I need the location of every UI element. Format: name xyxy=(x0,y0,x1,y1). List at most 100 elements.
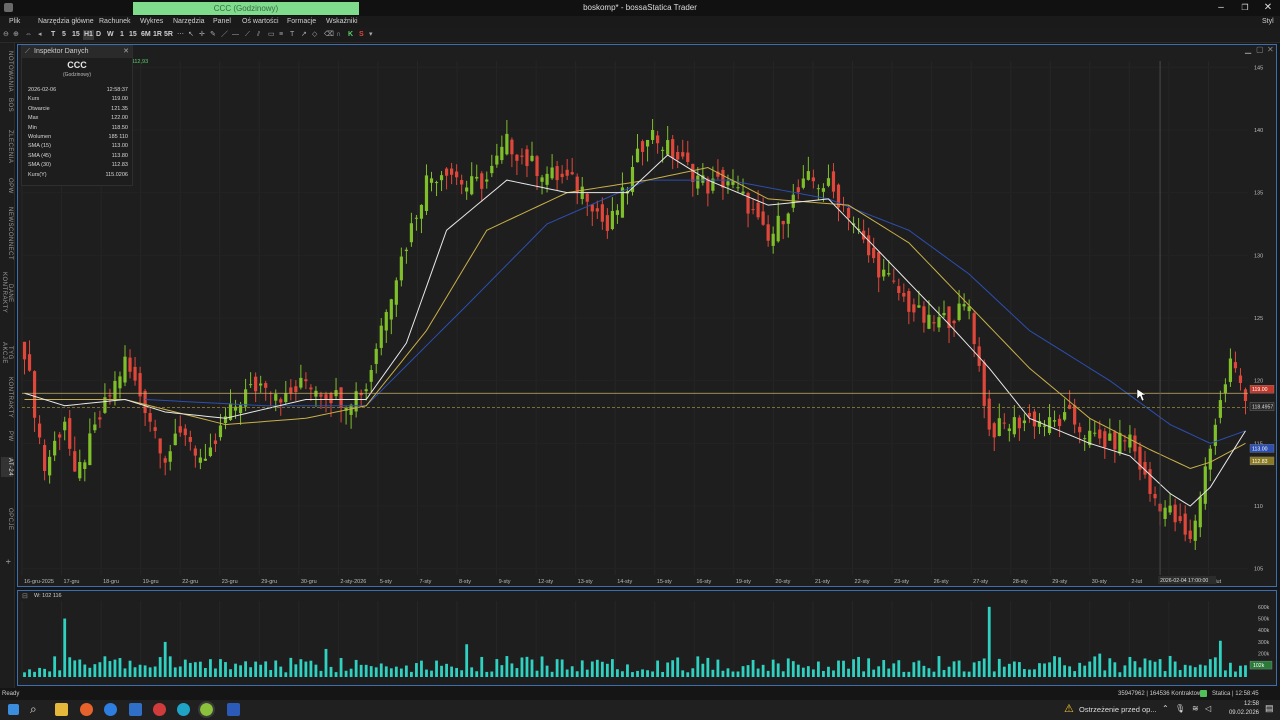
volume-panel[interactable]: 600k500k400k300k200k100k102k xyxy=(17,590,1277,686)
x-tick-label: 5-sty xyxy=(380,579,392,585)
fit-icon[interactable]: ⇔ xyxy=(25,30,32,40)
tab-opw[interactable]: OPW xyxy=(1,177,13,195)
file-explorer-icon[interactable] xyxy=(55,703,68,716)
volume-settings-icon[interactable]: ⊟ xyxy=(22,592,28,600)
close-icon[interactable]: ✕ xyxy=(1257,0,1279,16)
wifi-icon[interactable]: ≋ xyxy=(1192,704,1199,713)
app-icon xyxy=(4,3,13,12)
inspector-close-icon[interactable]: ✕ xyxy=(123,46,129,58)
tab-weekly[interactable]: TYG AKCJE xyxy=(1,335,13,371)
interval-t[interactable]: T xyxy=(51,30,55,40)
volume-bar xyxy=(138,664,142,677)
notification-text[interactable]: Ostrzeżenie przed op... xyxy=(1079,705,1157,714)
menu-chart[interactable]: Wykres xyxy=(140,17,163,27)
add-tab-icon[interactable]: + xyxy=(1,557,13,567)
volume-bar xyxy=(113,659,117,677)
menu-file[interactable]: Plik xyxy=(9,17,20,27)
inspector-row-value: 113.00 xyxy=(111,143,128,150)
candle-body xyxy=(208,447,213,457)
candle-body xyxy=(942,312,946,316)
menu-tools[interactable]: Narzędzia xyxy=(173,17,205,27)
line-icon[interactable]: ／ xyxy=(221,30,228,40)
dropdown-icon[interactable]: ▾ xyxy=(369,30,373,40)
menu-home-tools[interactable]: Narzędzia główne xyxy=(38,17,94,27)
zoom-out-icon[interactable]: ⊖ xyxy=(3,30,9,40)
price-chart-panel[interactable]: 16-gru-2025 17-gru 18-gru 19-gru 22-gru 23-gr… xyxy=(17,44,1277,587)
panel-minimize-icon[interactable]: ▁ xyxy=(1245,45,1251,54)
windows-start-icon[interactable] xyxy=(8,704,19,715)
edge-icon[interactable] xyxy=(177,703,190,716)
tab-pw[interactable]: PW xyxy=(1,429,13,443)
search-icon[interactable]: ⌕ xyxy=(30,702,37,717)
sell-button[interactable]: S xyxy=(359,30,364,40)
tab-bos[interactable]: BOS xyxy=(1,97,13,113)
cursor-icon[interactable]: ↖ xyxy=(188,30,194,40)
style-menu[interactable]: Styl xyxy=(1262,17,1274,27)
panel-maximize-icon[interactable]: ▢ xyxy=(1256,45,1264,54)
volume-icon[interactable]: ◁ xyxy=(1205,704,1211,713)
arrow-left-icon[interactable]: ◂ xyxy=(38,30,42,40)
interval-w[interactable]: W xyxy=(107,30,114,40)
volume-bar xyxy=(932,671,936,677)
interval-15[interactable]: 15 xyxy=(72,30,80,40)
mic-icon[interactable]: 🎙 xyxy=(1175,704,1185,713)
interval-5[interactable]: 5 xyxy=(62,30,66,40)
x-tick-label: 29-gru xyxy=(261,579,277,585)
interval-d[interactable]: D xyxy=(96,30,101,40)
interval-h1[interactable]: H1 xyxy=(83,30,94,40)
panel-close-icon[interactable]: ✕ xyxy=(1267,45,1274,54)
menu-patterns[interactable]: Formacje xyxy=(287,17,316,27)
trend-line-icon[interactable]: ⟋ xyxy=(245,30,250,40)
volume-chart-svg[interactable]: 600k500k400k300k200k100k102k xyxy=(18,591,1276,685)
interval-1[interactable]: 1 xyxy=(120,30,124,40)
candle-body xyxy=(178,426,182,433)
tray-chevron-icon[interactable]: ⌃ xyxy=(1162,704,1169,713)
magnet-icon[interactable]: ∩ xyxy=(336,30,341,40)
instrument-tab[interactable]: CCC (Godzinowy) xyxy=(133,2,359,15)
menu-indicators[interactable]: Wskaźniki xyxy=(326,17,358,27)
notifications-icon[interactable]: ▤ xyxy=(1265,703,1274,714)
browser-icon[interactable] xyxy=(104,703,117,716)
horizontal-line-icon[interactable]: ― xyxy=(232,30,239,40)
interval-5r[interactable]: 5R xyxy=(164,30,173,40)
candle-body xyxy=(922,306,926,323)
eraser-icon[interactable]: ⌫ xyxy=(324,30,334,40)
interval-1r[interactable]: 1R xyxy=(153,30,162,40)
tab-at24[interactable]: AT-24 xyxy=(1,457,13,477)
buy-button[interactable]: K xyxy=(348,30,353,40)
menu-value-axis[interactable]: Oś wartości xyxy=(242,17,279,27)
zoom-in-icon[interactable]: ⊕ xyxy=(13,30,19,40)
maximize-icon[interactable]: ❐ xyxy=(1234,0,1256,16)
calculator-icon[interactable] xyxy=(129,703,142,716)
tab-quotes[interactable]: NOTOWANIA xyxy=(1,51,13,92)
candle-body xyxy=(781,220,785,225)
tab-futures-data[interactable]: DANE KONTRAKTY xyxy=(1,265,13,321)
trader-app-icon[interactable] xyxy=(198,701,215,718)
tab-newsconnect[interactable]: NEWSCONNECT xyxy=(1,207,13,260)
rectangle-icon[interactable]: ▭ xyxy=(268,30,275,40)
word-icon[interactable] xyxy=(227,703,240,716)
tab-orders[interactable]: ZLECENIA xyxy=(1,127,13,167)
menu-account[interactable]: Rachunek xyxy=(99,17,131,27)
interval-15b[interactable]: 15 xyxy=(129,30,137,40)
interval-6m[interactable]: 6M xyxy=(141,30,151,40)
arrow-icon[interactable]: ↗ xyxy=(301,30,307,40)
fibonacci-icon[interactable]: ≡ xyxy=(279,30,283,40)
shapes-icon[interactable]: ◇ xyxy=(312,30,317,40)
chrome-icon[interactable] xyxy=(153,703,166,716)
inspector-header[interactable]: ⟋ Inspektor Danych ✕ xyxy=(22,46,132,58)
inspector-row-value: 113.80 xyxy=(111,152,128,159)
minimize-icon[interactable]: – xyxy=(1210,0,1232,16)
firefox-icon[interactable] xyxy=(80,703,93,716)
pencil-icon[interactable]: ✎ xyxy=(210,30,216,40)
price-chart-svg[interactable]: 16-gru-2025 17-gru 18-gru 19-gru 22-gru 23-gr… xyxy=(18,45,1276,586)
channel-icon[interactable]: ⫽ xyxy=(257,30,260,40)
crosshair-icon[interactable]: ✛ xyxy=(199,30,205,40)
tab-options[interactable]: OPCJE xyxy=(1,499,13,539)
inspector-row: Otwarcie 121.35 xyxy=(28,105,128,113)
menu-panel[interactable]: Panel xyxy=(213,17,231,27)
tab-futures[interactable]: KONTRAKTY xyxy=(1,377,13,418)
candle-body xyxy=(485,179,489,182)
text-icon[interactable]: T xyxy=(290,30,294,40)
history-icon[interactable]: ⋯ xyxy=(177,30,184,40)
